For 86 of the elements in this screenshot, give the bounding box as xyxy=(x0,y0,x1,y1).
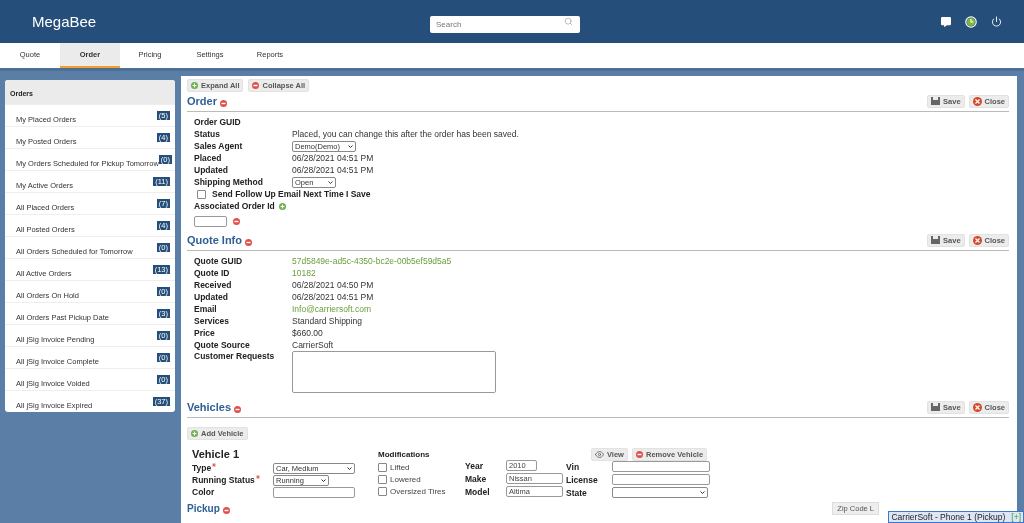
checkbox-label: Lowered xyxy=(390,474,421,484)
field-label: Associated Order Id xyxy=(194,201,275,211)
clock-icon[interactable] xyxy=(965,15,977,28)
field-label: Updated xyxy=(194,165,229,175)
brand-name: MegaBee xyxy=(32,13,98,30)
field-label: State xyxy=(566,487,588,498)
input-field[interactable] xyxy=(612,474,710,485)
field-value: 57d5849e-ad5c-4350-bc2e-00b5ef59d5a5 xyxy=(292,256,452,266)
power-icon[interactable] xyxy=(991,16,1002,27)
field-value: Info@carriersoft.com xyxy=(292,304,371,314)
close-icon xyxy=(972,96,982,106)
input-field[interactable] xyxy=(194,215,227,227)
search-icon[interactable] xyxy=(564,17,573,26)
field-label: Type xyxy=(192,463,212,473)
caret-icon xyxy=(347,466,352,470)
add-icon[interactable] xyxy=(191,82,198,89)
input-field[interactable] xyxy=(273,486,355,498)
field-label: Year xyxy=(465,460,484,471)
field-value: 06/28/2021 04:51 PM xyxy=(292,292,374,302)
remove-icon[interactable] xyxy=(234,406,242,413)
add-icon[interactable] xyxy=(278,202,286,210)
add-icon[interactable] xyxy=(191,430,198,437)
remove-icon[interactable] xyxy=(219,100,227,107)
section-title: Order xyxy=(187,95,217,107)
modifications-title: Modifications xyxy=(378,450,431,461)
field-value: CarrierSoft xyxy=(292,340,334,350)
checkbox[interactable] xyxy=(378,474,387,484)
caret-icon xyxy=(700,491,705,494)
vehicle-title: Vehicle 1 xyxy=(192,448,241,462)
field-label: Model xyxy=(465,486,491,497)
section-title: Vehicles xyxy=(187,401,232,413)
field-label: Order GUID xyxy=(194,117,242,127)
floppy-icon xyxy=(931,97,941,105)
field-label: Color xyxy=(192,487,215,497)
floppy-icon xyxy=(931,403,941,411)
field-label: Quote ID xyxy=(194,268,231,278)
caret-icon xyxy=(321,478,326,482)
checkbox-label: Oversized Tires xyxy=(390,486,446,496)
field-label: Email xyxy=(194,304,218,314)
checkbox[interactable] xyxy=(378,462,387,472)
field-value: 06/28/2021 04:50 PM xyxy=(292,280,374,290)
remove-icon[interactable] xyxy=(222,507,230,514)
caret-icon xyxy=(348,144,353,148)
field-label: Running Status xyxy=(192,475,255,485)
remove-icon[interactable] xyxy=(233,217,240,225)
widget-label: CarrierSoft - Phone 1 (Pickup) xyxy=(891,512,1006,522)
field-value: 10182 xyxy=(292,268,316,278)
floppy-icon xyxy=(931,236,941,244)
field-label: Price xyxy=(194,328,216,338)
checkbox-label: Send Follow Up Email Next Time I Save xyxy=(212,189,371,199)
field-value: Placed, you can change this after the order has been saved. xyxy=(292,129,519,139)
search-field[interactable]: Search xyxy=(430,16,580,33)
field-value: 06/28/2021 04:51 PM xyxy=(292,165,374,175)
field-value: $660.00 xyxy=(292,328,323,338)
field-value: 06/28/2021 04:51 PM xyxy=(292,153,374,163)
field-label: Quote Source xyxy=(194,340,251,350)
field-label: Customer Requests xyxy=(194,351,276,361)
field-label: Placed xyxy=(194,153,223,163)
field-label: Shipping Method xyxy=(194,177,264,187)
caret-icon xyxy=(328,180,333,184)
close-icon xyxy=(972,235,982,245)
checkbox[interactable] xyxy=(197,189,206,199)
field-label: Make xyxy=(465,473,488,484)
remove-icon[interactable] xyxy=(635,450,643,458)
field-label: Services xyxy=(194,316,230,326)
select-field[interactable] xyxy=(612,487,708,498)
field-label: Updated xyxy=(194,292,229,302)
field-label: Quote GUID xyxy=(194,256,244,266)
phone-widget[interactable]: CarrierSoft - Phone 1 (Pickup) [+] xyxy=(888,511,1024,523)
field-label: Status xyxy=(194,129,221,139)
close-icon xyxy=(972,402,982,412)
section-title: Pickup xyxy=(187,502,220,514)
section-title: Quote Info xyxy=(187,234,242,246)
remove-icon[interactable] xyxy=(252,82,260,89)
field-label: Sales Agent xyxy=(194,141,244,151)
remove-icon[interactable] xyxy=(245,239,252,246)
field-label: Vin xyxy=(566,461,581,472)
chat-icon[interactable] xyxy=(941,16,951,27)
eye-icon xyxy=(595,449,604,459)
field-label: Received xyxy=(194,280,233,290)
checkbox[interactable] xyxy=(378,486,387,496)
field-value: Standard Shipping xyxy=(292,316,362,326)
text-area[interactable] xyxy=(292,351,496,393)
checkbox-label: Lifted xyxy=(390,462,410,472)
field-label: License xyxy=(566,474,599,485)
input-field[interactable] xyxy=(612,461,710,472)
